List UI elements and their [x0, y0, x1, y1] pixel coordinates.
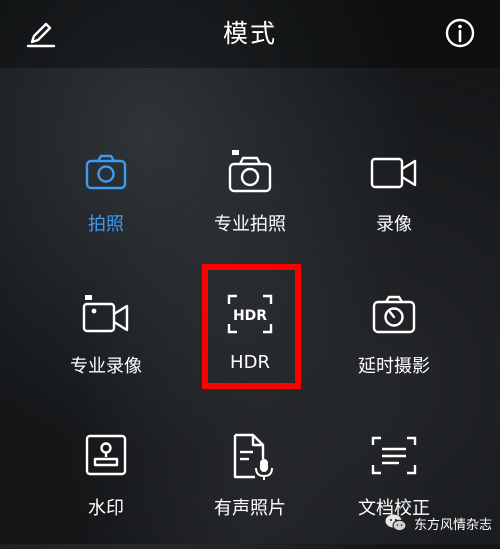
mode-timelapse[interactable]: 延时摄影 [329, 282, 459, 407]
info-icon[interactable] [443, 16, 477, 50]
mode-label: 拍照 [88, 214, 124, 235]
timelapse-icon [372, 295, 416, 334]
pro-camera-icon [228, 150, 272, 193]
mode-label: 水印 [88, 498, 124, 519]
top-bar: 模式 [0, 0, 500, 68]
mode-label: HDR [230, 352, 270, 373]
camera-icon [85, 154, 127, 190]
watermark-icon [85, 434, 127, 476]
mode-audio-photo[interactable]: 有声照片 [185, 424, 315, 549]
watermark-text: 东方风情杂志 [413, 517, 492, 533]
wechat-icon [385, 514, 407, 532]
svg-text:HDR: HDR [233, 308, 267, 324]
mode-label: 专业录像 [70, 356, 142, 377]
mode-label: 专业拍照 [214, 214, 286, 235]
page-title: 模式 [222, 19, 277, 48]
mode-label: 延时摄影 [358, 356, 430, 377]
mode-label: 录像 [376, 214, 412, 235]
source-watermark: 东方风情杂志 [384, 510, 492, 536]
hdr-icon: HDR [227, 294, 273, 334]
video-icon [370, 157, 417, 189]
audio-photo-icon [233, 433, 273, 480]
document-correction-icon [371, 436, 417, 475]
mode-pro-video[interactable]: 专业录像 [41, 282, 171, 407]
pro-video-icon [82, 295, 129, 333]
mode-video[interactable]: 录像 [329, 140, 459, 265]
mode-pro-photo[interactable]: 专业拍照 [185, 140, 315, 265]
mode-photo[interactable]: 拍照 [41, 140, 171, 265]
mode-label: 有声照片 [214, 498, 286, 519]
mode-watermark[interactable]: 水印 [41, 424, 171, 549]
mode-hdr[interactable]: HDR HDR [185, 282, 315, 407]
